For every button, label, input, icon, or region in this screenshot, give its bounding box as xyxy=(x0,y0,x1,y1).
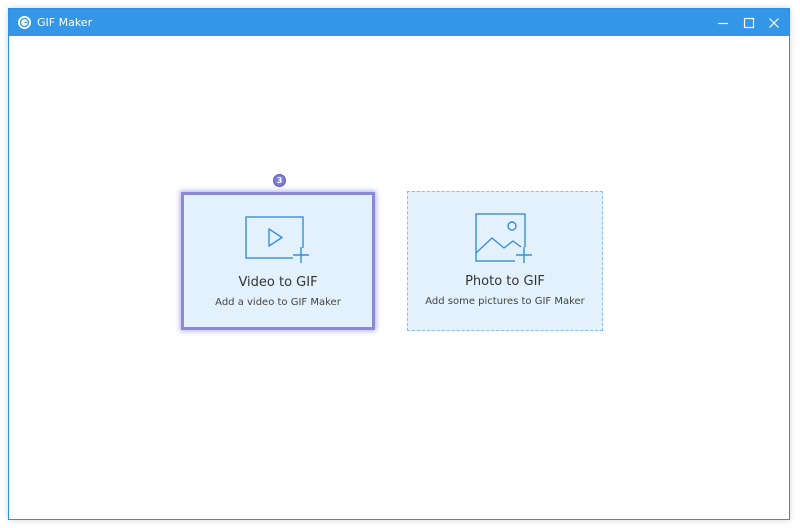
title-bar[interactable]: GIF Maker xyxy=(9,9,789,36)
video-to-gif-title: Video to GIF xyxy=(238,275,318,290)
video-add-icon xyxy=(245,216,311,268)
close-button[interactable] xyxy=(764,13,784,33)
photo-add-icon xyxy=(474,213,536,269)
gif-maker-logo-icon xyxy=(18,16,31,29)
maximize-icon xyxy=(743,17,755,29)
minimize-button[interactable] xyxy=(713,13,733,33)
maximize-button[interactable] xyxy=(739,13,759,33)
video-to-gif-card[interactable]: Video to GIF Add a video to GIF Maker xyxy=(181,192,375,330)
window-title: GIF Maker xyxy=(37,16,93,29)
photo-to-gif-title: Photo to GIF xyxy=(465,274,545,289)
close-icon xyxy=(769,18,779,28)
step-badge: 3 xyxy=(273,174,286,187)
video-to-gif-subtitle: Add a video to GIF Maker xyxy=(215,297,341,308)
photo-to-gif-subtitle: Add some pictures to GIF Maker xyxy=(425,296,585,307)
app-window: GIF Maker xyxy=(8,8,790,520)
photo-to-gif-card[interactable]: Photo to GIF Add some pictures to GIF Ma… xyxy=(407,191,603,331)
minimize-icon xyxy=(718,22,728,25)
